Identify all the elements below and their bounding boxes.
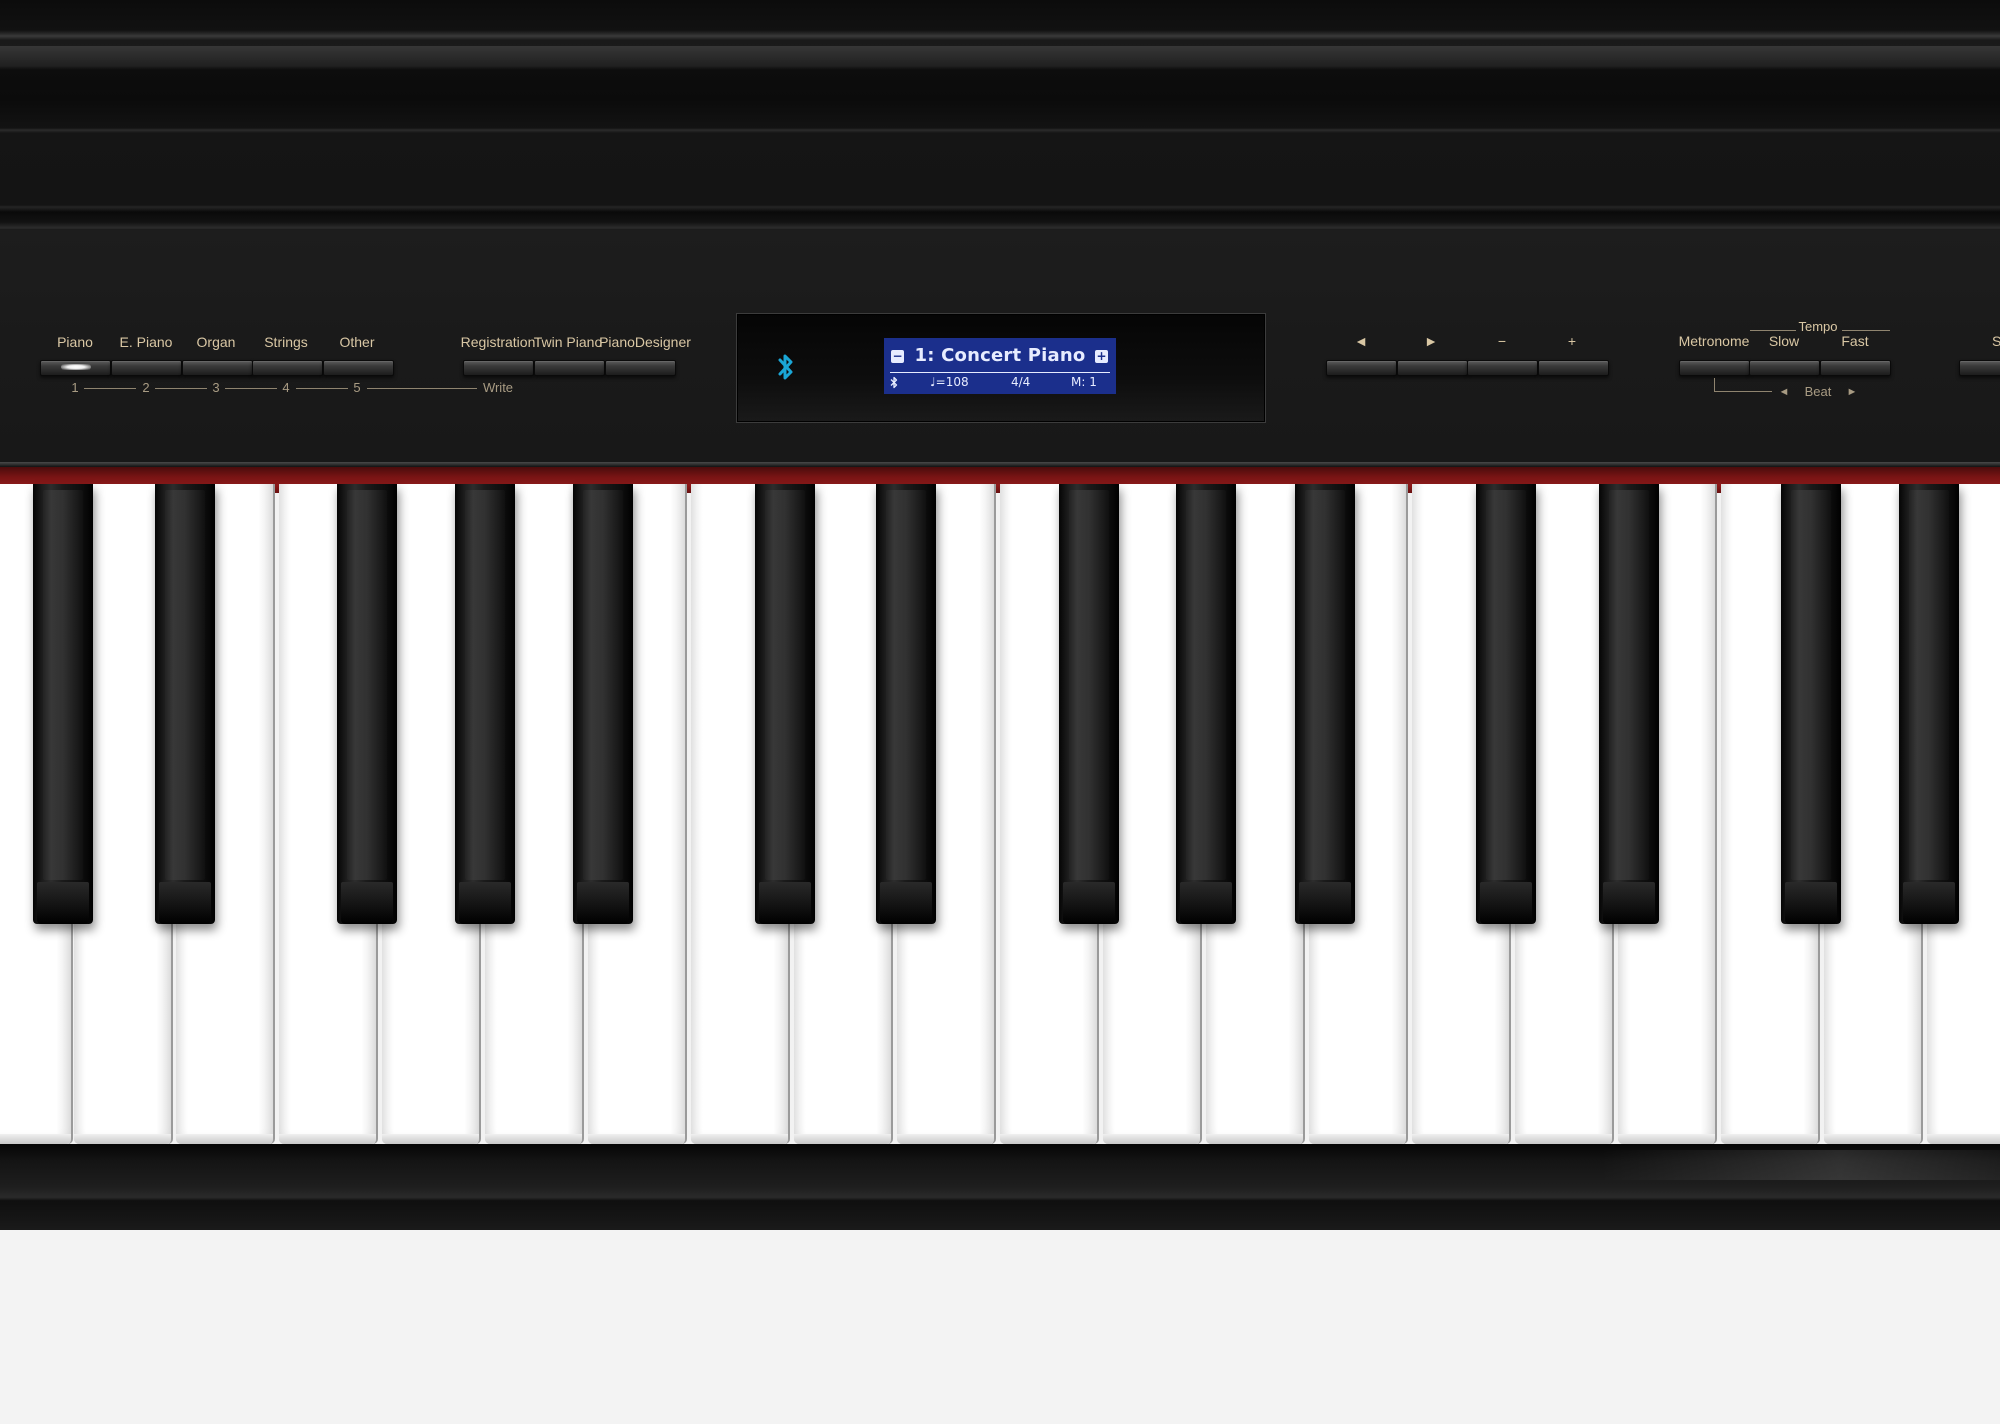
tone-label-piano: Piano <box>57 334 93 350</box>
black-key[interactable] <box>1059 484 1119 924</box>
minus-label: − <box>1497 333 1507 349</box>
cut-off-button[interactable] <box>1959 360 2000 376</box>
plus-label: + <box>1567 333 1577 349</box>
metronome-label: Metronome <box>1678 333 1750 349</box>
black-key[interactable] <box>876 484 936 924</box>
tone-label-organ: Organ <box>196 334 236 350</box>
music-rest <box>0 0 2000 230</box>
beat-left-icon: ◄ <box>1778 386 1790 398</box>
fast-button[interactable] <box>1820 360 1891 376</box>
black-key[interactable] <box>1599 484 1659 924</box>
lcd-bluetooth-icon <box>890 376 898 389</box>
tone-label-strings: Strings <box>264 334 308 350</box>
piano-designer-button[interactable] <box>605 360 676 376</box>
black-key[interactable] <box>1476 484 1536 924</box>
organ-button[interactable] <box>182 360 253 376</box>
black-key[interactable] <box>1899 484 1959 924</box>
metronome-button[interactable] <box>1679 360 1750 376</box>
forward-button[interactable] <box>1397 360 1468 376</box>
twin-piano-button[interactable] <box>534 360 605 376</box>
registration-number-2: 2 <box>142 380 150 395</box>
black-key[interactable] <box>155 484 215 924</box>
piano-button-led <box>60 364 91 370</box>
registration-number-1: 1 <box>71 380 79 395</box>
cut-off-label: Son <box>1992 333 2000 349</box>
piano-button[interactable] <box>40 360 111 376</box>
twin-piano-label: Twin Piano <box>533 334 603 350</box>
lcd-time-signature: 4/4 <box>1011 375 1031 389</box>
forward-label: ► <box>1424 333 1438 349</box>
lcd-measure: M: 1 <box>1071 375 1097 389</box>
black-key[interactable] <box>1781 484 1841 924</box>
slow-button[interactable] <box>1749 360 1820 376</box>
fast-label: Fast <box>1841 333 1869 349</box>
tempo-label: Tempo <box>1798 319 1838 334</box>
tone-label-other: Other <box>339 334 375 350</box>
minus-button[interactable] <box>1467 360 1538 376</box>
tone-label-e-piano: E. Piano <box>119 334 173 350</box>
lcd-screen: − 1: Concert Piano + ♩=108 4/4 M: 1 <box>884 338 1116 394</box>
lcd-tempo: ♩=108 <box>930 375 969 389</box>
plus-button[interactable] <box>1538 360 1609 376</box>
piano-designer-label: PianoDesigner <box>599 334 691 350</box>
lcd-tone-name: 1: Concert Piano <box>914 345 1086 366</box>
beat-right-icon: ► <box>1846 386 1858 398</box>
black-key[interactable] <box>573 484 633 924</box>
black-key[interactable] <box>337 484 397 924</box>
registration-number-4: 4 <box>282 380 290 395</box>
beat-label: Beat <box>1804 384 1832 399</box>
slow-label: Slow <box>1768 333 1800 349</box>
black-key[interactable] <box>1176 484 1236 924</box>
background-floor <box>0 1230 2000 1424</box>
black-key[interactable] <box>455 484 515 924</box>
lcd-plus-icon: + <box>1095 349 1108 363</box>
black-key[interactable] <box>755 484 815 924</box>
black-key[interactable] <box>1295 484 1355 924</box>
registration-button[interactable] <box>463 360 534 376</box>
registration-number-5: 5 <box>353 380 361 395</box>
black-key[interactable] <box>33 484 93 924</box>
keyboard <box>0 484 2000 1144</box>
lcd-separator <box>890 372 1110 373</box>
strings-button[interactable] <box>252 360 323 376</box>
back-button[interactable] <box>1326 360 1397 376</box>
back-label: ◄ <box>1354 333 1368 349</box>
bluetooth-icon <box>778 354 793 380</box>
registration-label: Registration <box>460 334 536 350</box>
registration-number-3: 3 <box>212 380 220 395</box>
e-piano-button[interactable] <box>111 360 182 376</box>
digital-piano: Piano E. Piano Organ Strings Other 1 2 3… <box>0 0 2000 1424</box>
write-label: Write <box>482 380 514 395</box>
other-button[interactable] <box>323 360 394 376</box>
